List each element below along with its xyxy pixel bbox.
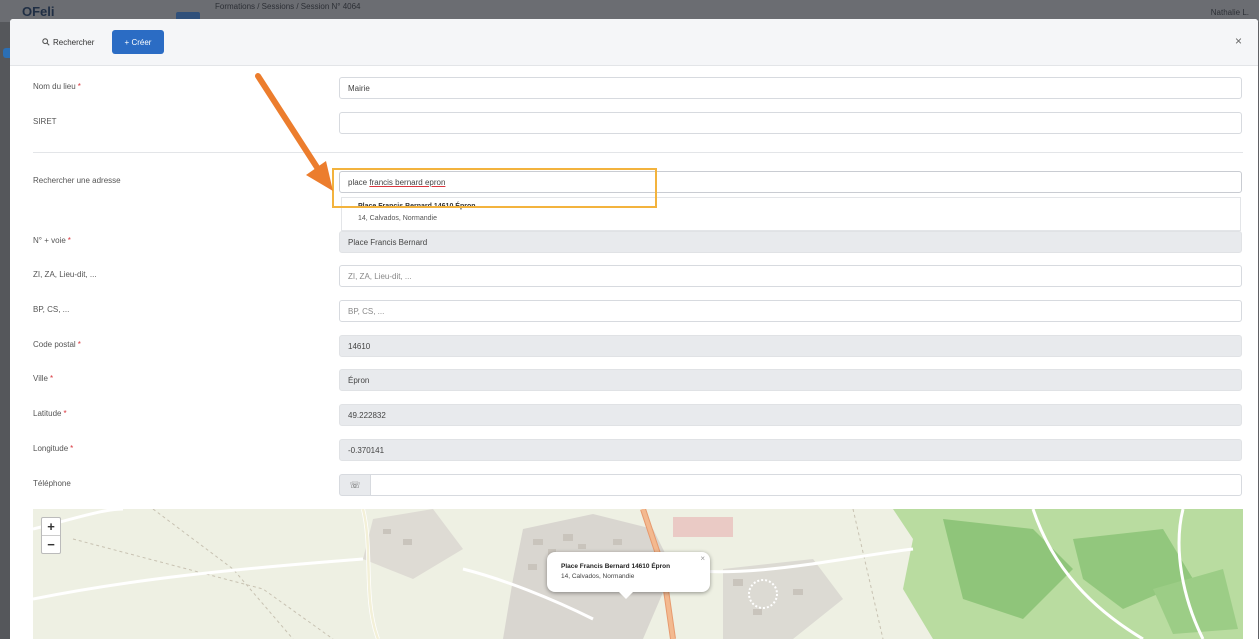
latitude-label: Latitude * bbox=[33, 409, 67, 418]
zone-label: ZI, ZA, Lieu-dit, ... bbox=[33, 270, 97, 279]
suggestion-line-1: Place Francis Bernard 14610 Épron bbox=[358, 203, 476, 210]
popup-line-1: Place Francis Bernard 14610 Épron bbox=[561, 563, 671, 570]
phone-input[interactable] bbox=[370, 474, 1242, 496]
bp-input[interactable]: BP, CS, ... bbox=[339, 300, 1242, 322]
city-label: Ville * bbox=[33, 374, 54, 383]
siret-input[interactable] bbox=[339, 112, 1242, 134]
location-map[interactable]: + − Place Francis Bernard 14610 Épron 14… bbox=[33, 509, 1243, 639]
suggestion-line-2: 14, Calvados, Normandie bbox=[358, 215, 437, 222]
zoom-in-button[interactable]: + bbox=[42, 518, 60, 535]
row-phone: Téléphone ☏ bbox=[10, 474, 1258, 498]
close-icon[interactable]: × bbox=[1235, 34, 1242, 48]
bp-label: BP, CS, ... bbox=[33, 305, 70, 314]
search-icon bbox=[42, 38, 50, 46]
phone-label: Téléphone bbox=[33, 479, 71, 488]
zoom-out-button[interactable]: − bbox=[42, 535, 60, 553]
nom-du-lieu-label: Nom du lieu * bbox=[33, 82, 81, 91]
row-address-search: Rechercher une adresse place francis ber… bbox=[10, 171, 1258, 195]
row-street: N° + voie * Place Francis Bernard bbox=[10, 231, 1258, 255]
zone-input[interactable]: ZI, ZA, Lieu-dit, ... bbox=[339, 265, 1242, 287]
longitude-input[interactable]: -0.370141 bbox=[339, 439, 1242, 461]
background-user-name: Nathalie L. bbox=[1210, 8, 1249, 17]
longitude-label: Longitude * bbox=[33, 444, 74, 453]
lieu-modal: Rechercher + Créer × Nom du lieu * Mairie… bbox=[10, 19, 1258, 639]
address-suggestion-item[interactable]: Place Francis Bernard 14610 Épron 14, Ca… bbox=[341, 197, 1241, 231]
address-search-input[interactable]: place francis bernard epron bbox=[339, 171, 1242, 193]
map-zoom-control: + − bbox=[41, 517, 61, 554]
row-postal: Code postal * 14610 bbox=[10, 335, 1258, 359]
row-bp: BP, CS, ... BP, CS, ... bbox=[10, 300, 1258, 324]
row-city: Ville * Épron bbox=[10, 369, 1258, 393]
row-nom-du-lieu: Nom du lieu * Mairie bbox=[10, 77, 1258, 101]
popup-line-2: 14, Calvados, Normandie bbox=[561, 573, 635, 580]
address-search-label: Rechercher une adresse bbox=[33, 176, 121, 185]
latitude-input[interactable]: 49.222832 bbox=[339, 404, 1242, 426]
modal-header: Rechercher + Créer × bbox=[10, 19, 1258, 66]
background-breadcrumb: Formations / Sessions / Session N° 4064 bbox=[215, 2, 361, 11]
postal-label: Code postal * bbox=[33, 340, 81, 349]
row-zone: ZI, ZA, Lieu-dit, ... ZI, ZA, Lieu-dit, … bbox=[10, 265, 1258, 289]
phone-icon: ☏ bbox=[339, 474, 371, 496]
street-label: N° + voie * bbox=[33, 236, 71, 245]
row-siret: SIRET bbox=[10, 112, 1258, 136]
postal-input[interactable]: 14610 bbox=[339, 335, 1242, 357]
nom-du-lieu-input[interactable]: Mairie bbox=[339, 77, 1242, 99]
app-logo: OFeli bbox=[22, 4, 55, 19]
popup-close-icon[interactable]: × bbox=[700, 554, 705, 563]
search-button-label: Rechercher bbox=[53, 37, 95, 47]
city-input[interactable]: Épron bbox=[339, 369, 1242, 391]
search-button[interactable]: Rechercher bbox=[36, 33, 100, 51]
map-popup: Place Francis Bernard 14610 Épron 14, Ca… bbox=[547, 552, 710, 599]
siret-label: SIRET bbox=[33, 117, 57, 126]
street-input[interactable]: Place Francis Bernard bbox=[339, 231, 1242, 253]
create-button[interactable]: + Créer bbox=[112, 30, 164, 54]
row-latitude: Latitude * 49.222832 bbox=[10, 404, 1258, 428]
section-divider bbox=[33, 152, 1243, 153]
row-longitude: Longitude * -0.370141 bbox=[10, 439, 1258, 463]
background-sidebar bbox=[0, 22, 10, 639]
background-sidebar-pill bbox=[3, 48, 10, 58]
